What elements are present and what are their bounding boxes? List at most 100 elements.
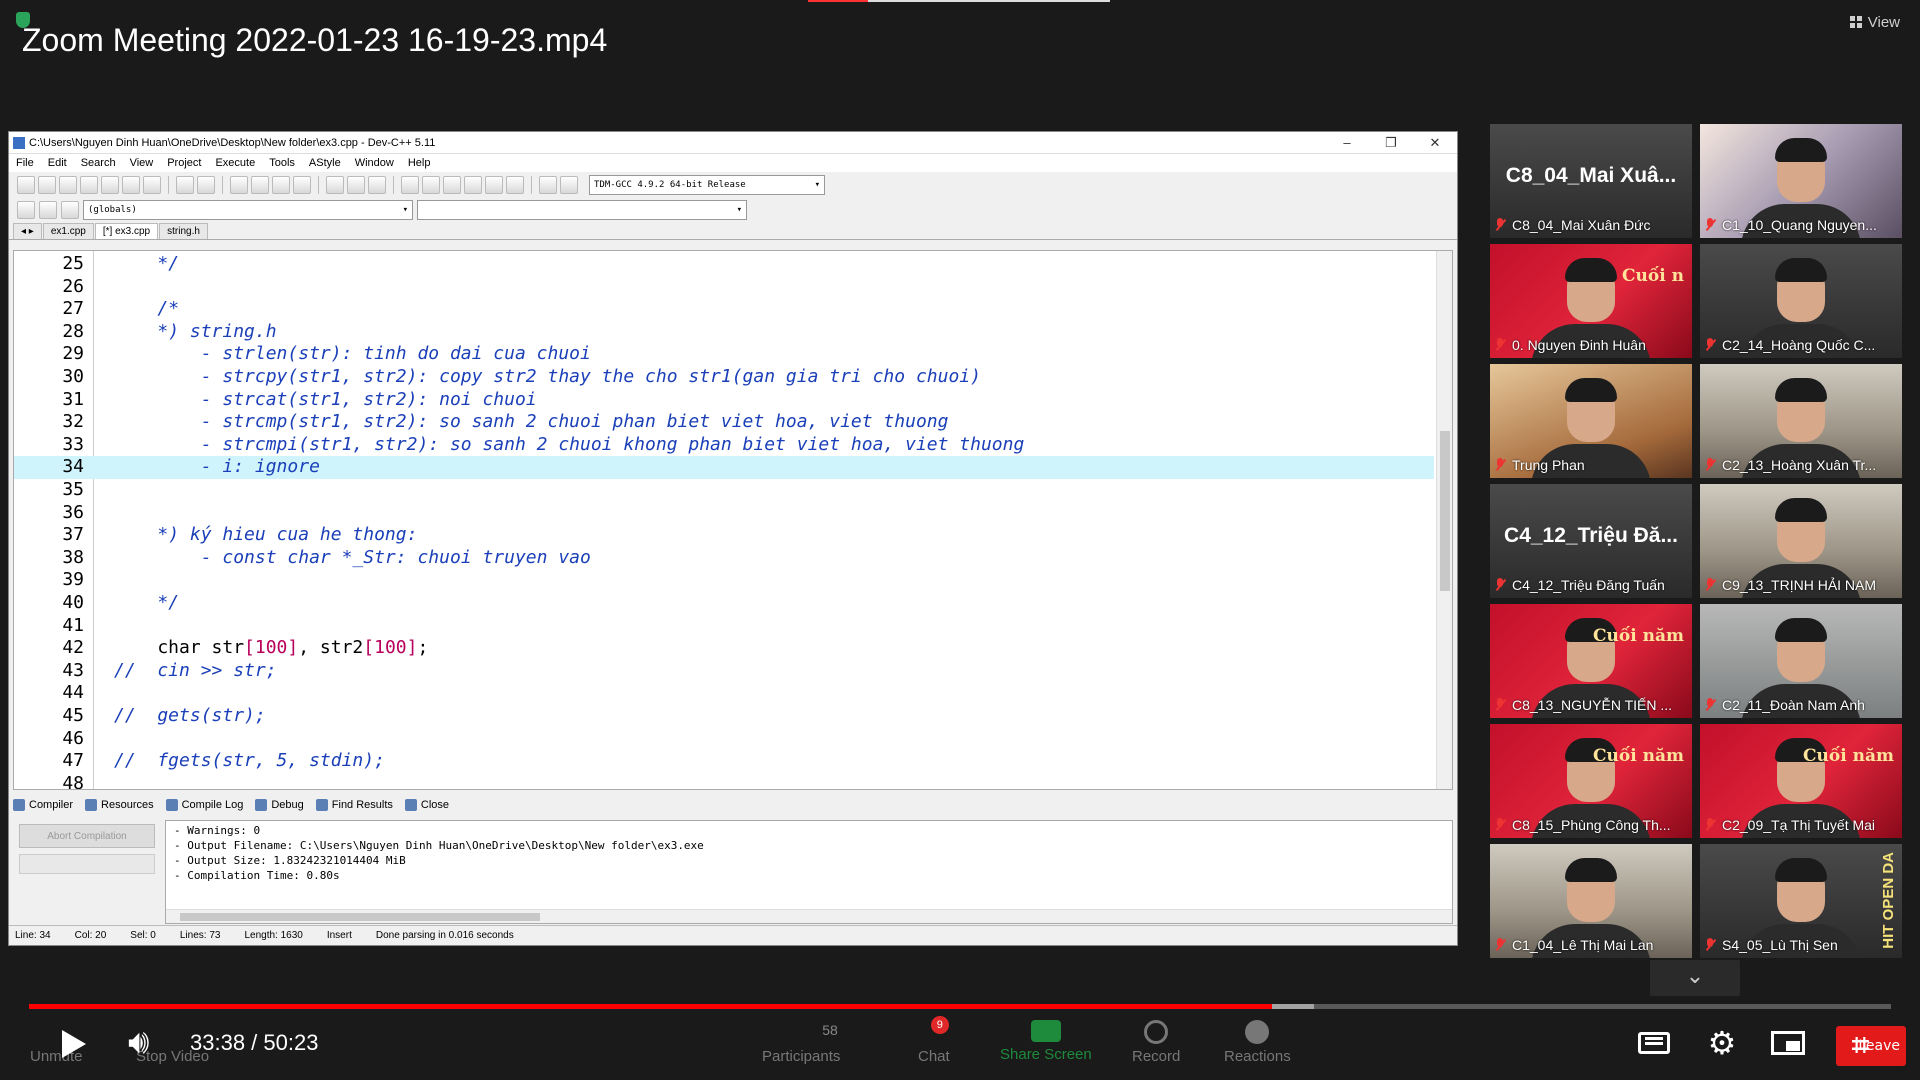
code-line[interactable]: 39 [14, 569, 1434, 592]
tab-nav-arrows[interactable]: ◂ ▸ [13, 223, 42, 239]
toggle-bookmark-icon[interactable] [368, 176, 386, 194]
code-line[interactable]: 34 - i: ignore [14, 456, 1434, 479]
profile-icon[interactable] [539, 176, 557, 194]
participant-tile[interactable]: Cuối năm C8_13_NGUYỄN TIẾN ... [1490, 604, 1692, 718]
goto-line-icon[interactable] [272, 176, 290, 194]
code-line[interactable]: 37 *) ký hieu cua he thong: [14, 524, 1434, 547]
code-line[interactable]: 40 */ [14, 592, 1434, 615]
participant-tile[interactable]: C1_10_Quang Nguyen... [1700, 124, 1902, 238]
settings-gear-icon[interactable]: ⚙ [1704, 1027, 1740, 1059]
debug-icon[interactable] [560, 176, 578, 194]
tab-close[interactable]: Close [404, 799, 449, 811]
participant-tile[interactable]: C2_11_Đoàn Nam Anh [1700, 604, 1902, 718]
code-line[interactable]: 36 [14, 502, 1434, 525]
tab-debug[interactable]: Debug [255, 799, 304, 811]
compile-icon[interactable] [401, 176, 419, 194]
compiler-select[interactable]: TDM-GCC 4.9.2 64-bit Release ▾ [589, 175, 825, 195]
miniplayer-button[interactable] [1770, 1028, 1806, 1058]
code-line[interactable]: 30 - strcpy(str1, str2): copy str2 thay … [14, 366, 1434, 389]
menu-astyle[interactable]: AStyle [302, 157, 348, 169]
tab-find-results[interactable]: Find Results [315, 799, 393, 811]
participant-tile[interactable]: C9_13_TRỊNH HẢI NAM [1700, 484, 1902, 598]
code-editor[interactable]: 25 */26 27 /* 28 *) string.h 29 - strlen(st… [13, 250, 1453, 790]
function-select[interactable]: ▾ [417, 200, 747, 220]
participant-tile[interactable]: Trung Phan [1490, 364, 1692, 478]
code-line[interactable]: 33 - strcmpi(str1, str2): so sanh 2 chuo… [14, 434, 1434, 457]
compile-run-icon[interactable] [443, 176, 461, 194]
code-line[interactable]: 43 // cin >> str; [14, 660, 1434, 683]
code-line[interactable]: 38 - const char *_Str: chuoi truyen vao [14, 547, 1434, 570]
view-button[interactable]: View [1849, 14, 1900, 31]
menu-project[interactable]: Project [160, 157, 208, 169]
video-stage[interactable]: Zoom Meeting 2022-01-23 16-19-23.mp4 Vie… [0, 0, 1920, 1080]
code-line[interactable]: 47 // fgets(str, 5, stdin); [14, 750, 1434, 773]
gallery-scroll-down-button[interactable]: ⌄ [1650, 960, 1740, 996]
toggle-icon[interactable] [39, 201, 57, 219]
syntax-check-icon[interactable] [485, 176, 503, 194]
participant-tile[interactable]: Cuối năm C2_09_Tạ Thị Tuyết Mai [1700, 724, 1902, 838]
new-file-icon[interactable] [17, 176, 35, 194]
code-line[interactable]: 35 [14, 479, 1434, 502]
file-tab[interactable]: string.h [159, 223, 208, 239]
goto-icon[interactable] [61, 201, 79, 219]
scroll-thumb[interactable] [180, 913, 540, 921]
code-line[interactable]: 32 - strcmp(str1, str2): so sanh 2 chuoi… [14, 411, 1434, 434]
leave-button[interactable]: ⌗ Leave [1836, 1026, 1906, 1066]
code-line[interactable]: 28 *) string.h [14, 321, 1434, 344]
maximize-button[interactable]: ❐ [1369, 135, 1413, 151]
close-file-icon[interactable] [101, 176, 119, 194]
replace-icon[interactable] [251, 176, 269, 194]
log-horizontal-scrollbar[interactable] [166, 909, 1452, 923]
tab-compile-log[interactable]: Compile Log [165, 799, 243, 811]
participant-tile[interactable]: C1_04_Lê Thị Mai Lan [1490, 844, 1692, 958]
share-screen-button[interactable]: Share Screen [1000, 1020, 1092, 1063]
menu-execute[interactable]: Execute [208, 157, 262, 169]
code-line[interactable]: 26 [14, 276, 1434, 299]
run-icon[interactable] [422, 176, 440, 194]
menu-help[interactable]: Help [401, 157, 438, 169]
stop-execution-icon[interactable] [506, 176, 524, 194]
code-line[interactable]: 41 [14, 615, 1434, 638]
close-window-button[interactable]: ✕ [1413, 135, 1457, 151]
undo-icon[interactable] [176, 176, 194, 194]
subtitles-button[interactable] [1636, 1028, 1672, 1058]
forward-icon[interactable] [347, 176, 365, 194]
code-line[interactable]: 31 - strcat(str1, str2): noi chuoi [14, 389, 1434, 412]
code-line[interactable]: 48 [14, 773, 1434, 789]
participant-tile[interactable]: C8_04_Mai Xuâ... C8_04_Mai Xuân Đức [1490, 124, 1692, 238]
video-progress-bar[interactable] [29, 1004, 1891, 1009]
scroll-thumb[interactable] [1440, 431, 1450, 591]
participant-tile[interactable]: Cuối n 0. Nguyen Đinh Huân [1490, 244, 1692, 358]
close-all-icon[interactable] [122, 176, 140, 194]
participant-tile[interactable]: Cuối năm C8_15_Phùng Công Th... [1490, 724, 1692, 838]
code-line[interactable]: 27 /* [14, 298, 1434, 321]
record-button[interactable]: Record [1132, 1020, 1180, 1065]
reactions-button[interactable]: Reactions [1224, 1020, 1291, 1065]
code-line[interactable]: 29 - strlen(str): tinh do dai cua chuoi [14, 343, 1434, 366]
chat-button[interactable]: 9 Chat [918, 1016, 950, 1065]
code-line[interactable]: 25 */ [14, 253, 1434, 276]
menu-search[interactable]: Search [74, 157, 123, 169]
code-line[interactable]: 45 // gets(str); [14, 705, 1434, 728]
menu-view[interactable]: View [123, 157, 161, 169]
code-line[interactable]: 46 [14, 728, 1434, 751]
insert-icon[interactable] [17, 201, 35, 219]
print-icon[interactable] [143, 176, 161, 194]
indent-icon[interactable] [293, 176, 311, 194]
file-tab[interactable]: ex1.cpp [42, 223, 94, 239]
minimize-button[interactable]: – [1325, 135, 1369, 150]
code-line[interactable]: 44 [14, 682, 1434, 705]
save-icon[interactable] [59, 176, 77, 194]
participants-button[interactable]: 58 Participants [762, 1020, 840, 1065]
participant-tile[interactable]: C2_14_Hoàng Quốc C... [1700, 244, 1902, 358]
menu-window[interactable]: Window [348, 157, 401, 169]
globals-select[interactable]: (globals) ▾ [83, 200, 413, 220]
participant-tile[interactable]: C2_13_Hoàng Xuân Tr... [1700, 364, 1902, 478]
menu-edit[interactable]: Edit [41, 157, 74, 169]
redo-icon[interactable] [197, 176, 215, 194]
play-button[interactable] [56, 1024, 90, 1064]
menu-file[interactable]: File [9, 157, 41, 169]
menu-tools[interactable]: Tools [262, 157, 302, 169]
rebuild-icon[interactable] [464, 176, 482, 194]
editor-vertical-scrollbar[interactable] [1436, 251, 1452, 789]
